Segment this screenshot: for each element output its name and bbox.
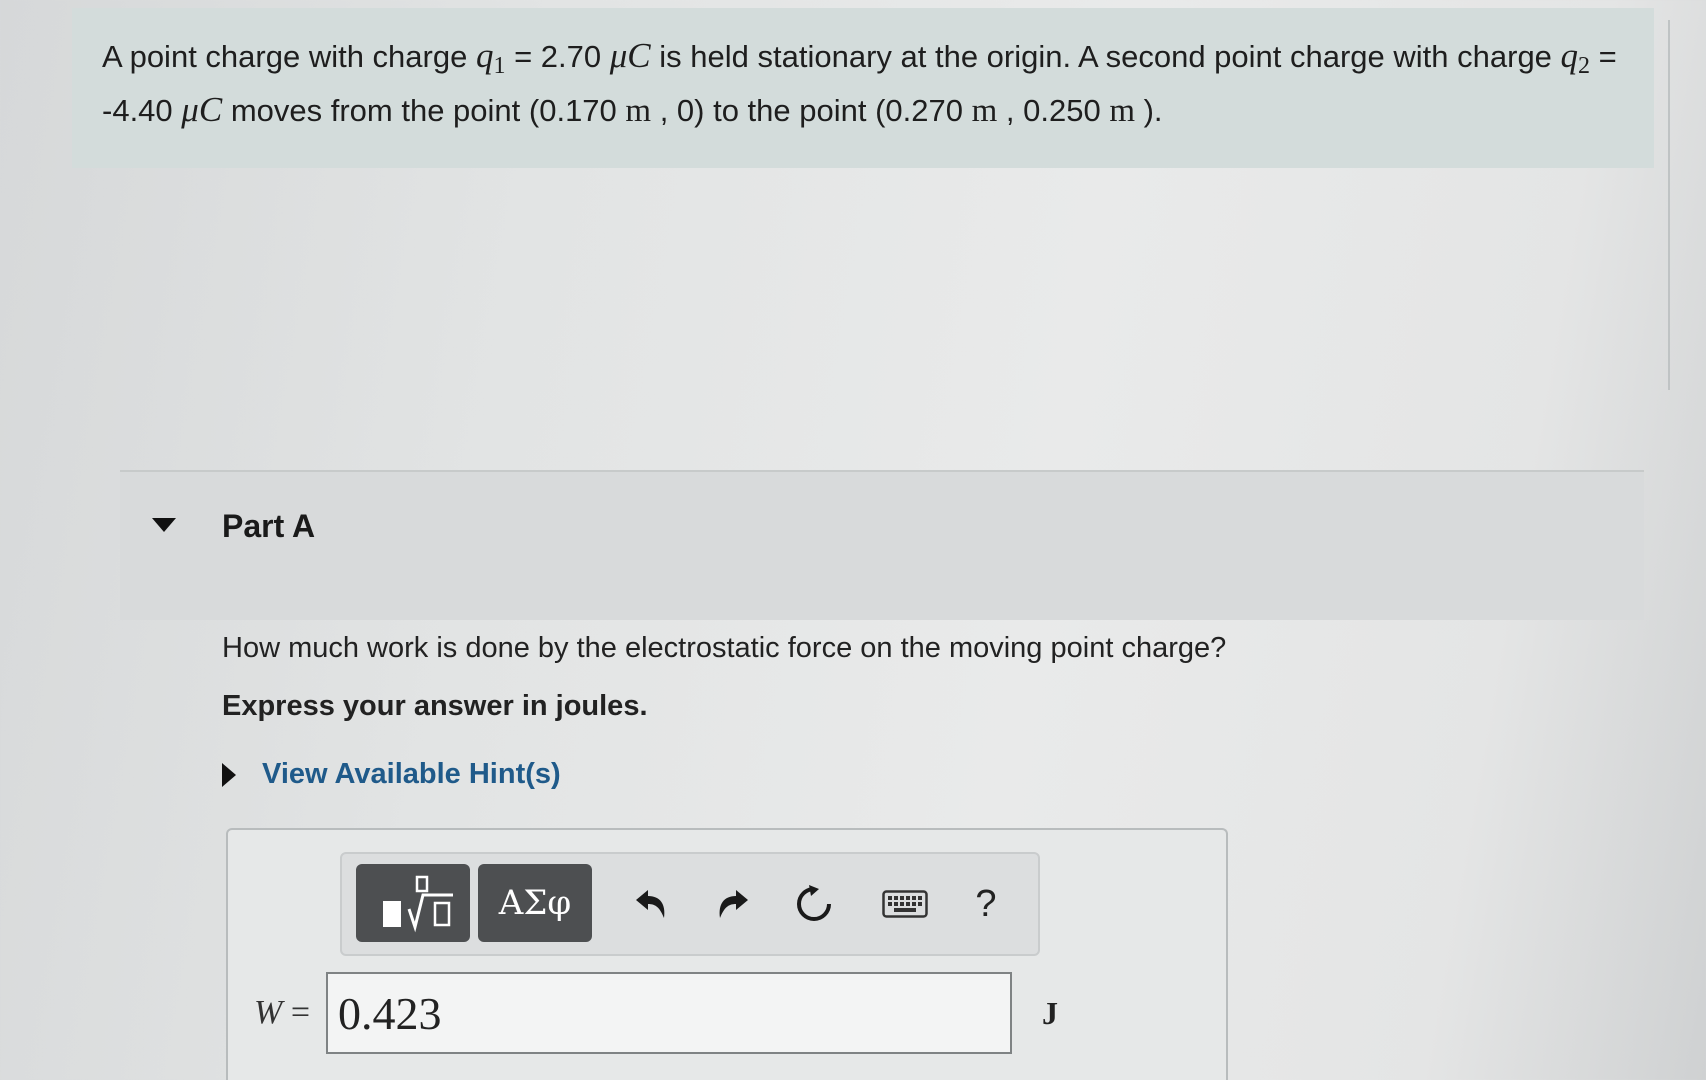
undo-button[interactable] xyxy=(622,876,678,932)
problem-text: , 0) to the point (0.270 xyxy=(651,93,972,128)
unit-microcoulomb: μC xyxy=(181,90,223,129)
q2-symbol: q2 xyxy=(1560,36,1591,79)
reset-button[interactable] xyxy=(786,876,842,932)
keyboard-button[interactable] xyxy=(870,876,940,932)
reset-icon xyxy=(797,885,831,921)
collapse-caret-icon[interactable] xyxy=(152,518,176,532)
undo-icon xyxy=(636,890,665,918)
view-hints-link[interactable]: View Available Hint(s) xyxy=(222,758,561,791)
help-button[interactable]: ? xyxy=(958,876,1014,932)
answer-row: W = J xyxy=(254,972,1058,1054)
problem-text: moves from the point (0.170 xyxy=(222,93,626,128)
part-title: Part A xyxy=(222,508,316,544)
problem-text: ). xyxy=(1135,93,1163,128)
problem-text: , 0.250 xyxy=(997,93,1110,128)
unit-microcoulomb: μC xyxy=(609,36,651,75)
q1-symbol: q1 xyxy=(475,36,506,79)
templates-button[interactable] xyxy=(356,864,470,942)
redo-button[interactable] xyxy=(706,876,762,932)
problem-text: A point charge with charge xyxy=(102,39,476,74)
instruction-text: Express your answer in joules. xyxy=(222,690,648,722)
redo-icon xyxy=(719,890,748,918)
answer-variable-label: W = xyxy=(254,994,311,1031)
help-icon: ? xyxy=(975,882,997,925)
part-a-header[interactable]: Part A xyxy=(120,470,1644,620)
expand-caret-icon[interactable] xyxy=(222,762,236,787)
unit-meter: m xyxy=(625,93,652,129)
math-toolbar: ΑΣφ ? xyxy=(340,852,1040,956)
question-text: How much work is done by the electrostat… xyxy=(222,632,1227,664)
answer-input[interactable] xyxy=(326,972,1013,1054)
templates-icon xyxy=(383,875,453,933)
unit-meter: m xyxy=(971,93,998,129)
divider xyxy=(1668,20,1670,390)
answer-unit: J xyxy=(1042,994,1059,1031)
hint-label[interactable]: View Available Hint(s) xyxy=(262,758,561,791)
problem-statement: A point charge with charge q1 = 2.70 μC … xyxy=(72,8,1654,168)
problem-text: is held stationary at the origin. A seco… xyxy=(650,39,1561,74)
unit-meter: m xyxy=(1109,93,1135,129)
keyboard-icon xyxy=(882,890,928,918)
problem-text: = 2.70 xyxy=(505,39,610,74)
greek-letters-button[interactable]: ΑΣφ xyxy=(478,864,592,942)
